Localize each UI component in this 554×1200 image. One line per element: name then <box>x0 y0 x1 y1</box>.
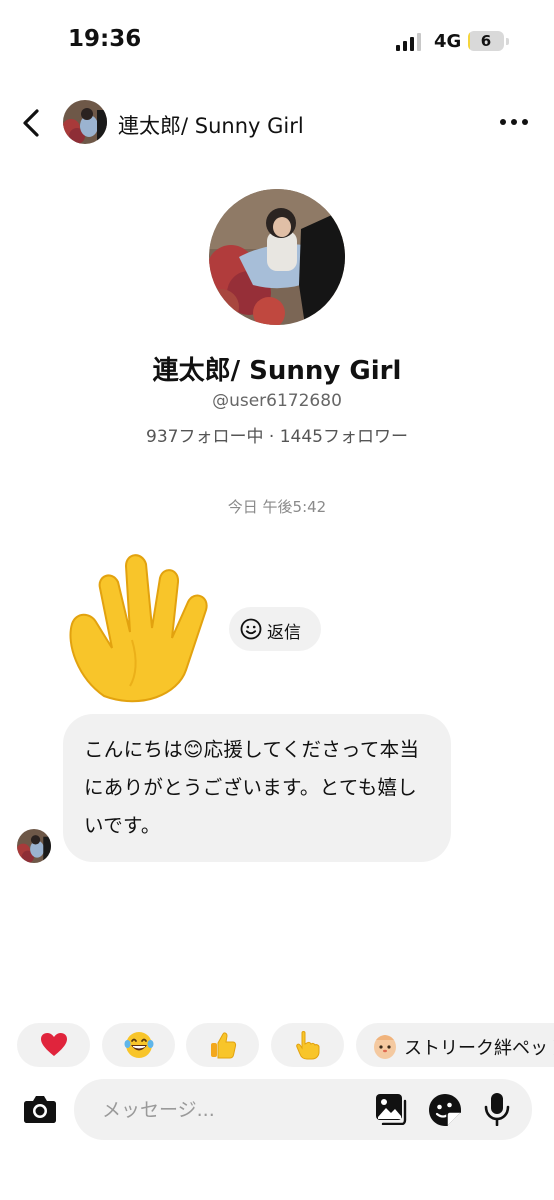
heart-icon <box>40 1033 67 1056</box>
profile-handle: @user6172680 <box>212 391 342 411</box>
header-title[interactable]: 連太郎/ Sunny Girl <box>118 110 304 140</box>
more-button[interactable] <box>498 114 532 128</box>
thumbs-up-icon <box>210 1032 236 1059</box>
profile-name: 連太郎/ Sunny Girl <box>152 356 402 386</box>
back-button[interactable] <box>18 106 48 140</box>
laughing-tears-icon <box>124 1032 153 1058</box>
signal-strength-icon <box>396 33 426 51</box>
camera-button[interactable] <box>23 1093 57 1125</box>
reaction-laughing-button[interactable] <box>102 1023 175 1067</box>
sticker-icon <box>429 1094 461 1126</box>
message-text: こんにちは😊応援してくださって本当にありがとうございます。とても嬉しいです。 <box>84 738 420 837</box>
reaction-pointing-button[interactable] <box>271 1023 344 1067</box>
streak-pet-button[interactable]: ストリーク絆ペット <box>356 1023 554 1067</box>
sender-avatar[interactable] <box>17 829 51 863</box>
image-icon <box>376 1094 407 1126</box>
battery-icon: 6 <box>468 31 504 51</box>
message-input-container[interactable] <box>74 1079 532 1140</box>
smiley-icon <box>240 618 262 640</box>
message-input[interactable] <box>100 1093 364 1127</box>
streak-pet-label: ストリーク絆ペット <box>404 1038 554 1059</box>
microphone-button[interactable] <box>484 1092 510 1127</box>
image-button[interactable] <box>375 1093 407 1126</box>
header-avatar[interactable] <box>63 100 107 144</box>
network-type: 4G <box>434 31 462 52</box>
more-horizontal-icon <box>500 119 528 125</box>
battery-cap <box>506 38 509 45</box>
message-timestamp: 今日 午後5:42 <box>227 498 327 516</box>
profile-avatar[interactable] <box>209 189 345 325</box>
waving-hand-icon[interactable] <box>60 548 218 708</box>
battery-level: 6 <box>480 32 492 50</box>
profile-follow-stats: 937フォロー中 · 1445フォロワー <box>146 427 408 447</box>
message-bubble[interactable]: こんにちは😊応援してくださって本当にありがとうございます。とても嬉しいです。 <box>63 714 451 862</box>
pointing-hand-icon <box>295 1031 319 1060</box>
egg-pet-icon <box>374 1035 396 1059</box>
reply-button[interactable]: 返信 <box>229 607 321 651</box>
status-time: 19:36 <box>68 26 142 52</box>
camera-icon <box>24 1096 56 1123</box>
reaction-thumbs-up-button[interactable] <box>186 1023 259 1067</box>
microphone-icon <box>484 1093 510 1127</box>
sticker-button[interactable] <box>428 1093 462 1127</box>
reaction-heart-button[interactable] <box>17 1023 90 1067</box>
chevron-left-icon <box>23 109 39 137</box>
reply-label: 返信 <box>267 623 301 643</box>
